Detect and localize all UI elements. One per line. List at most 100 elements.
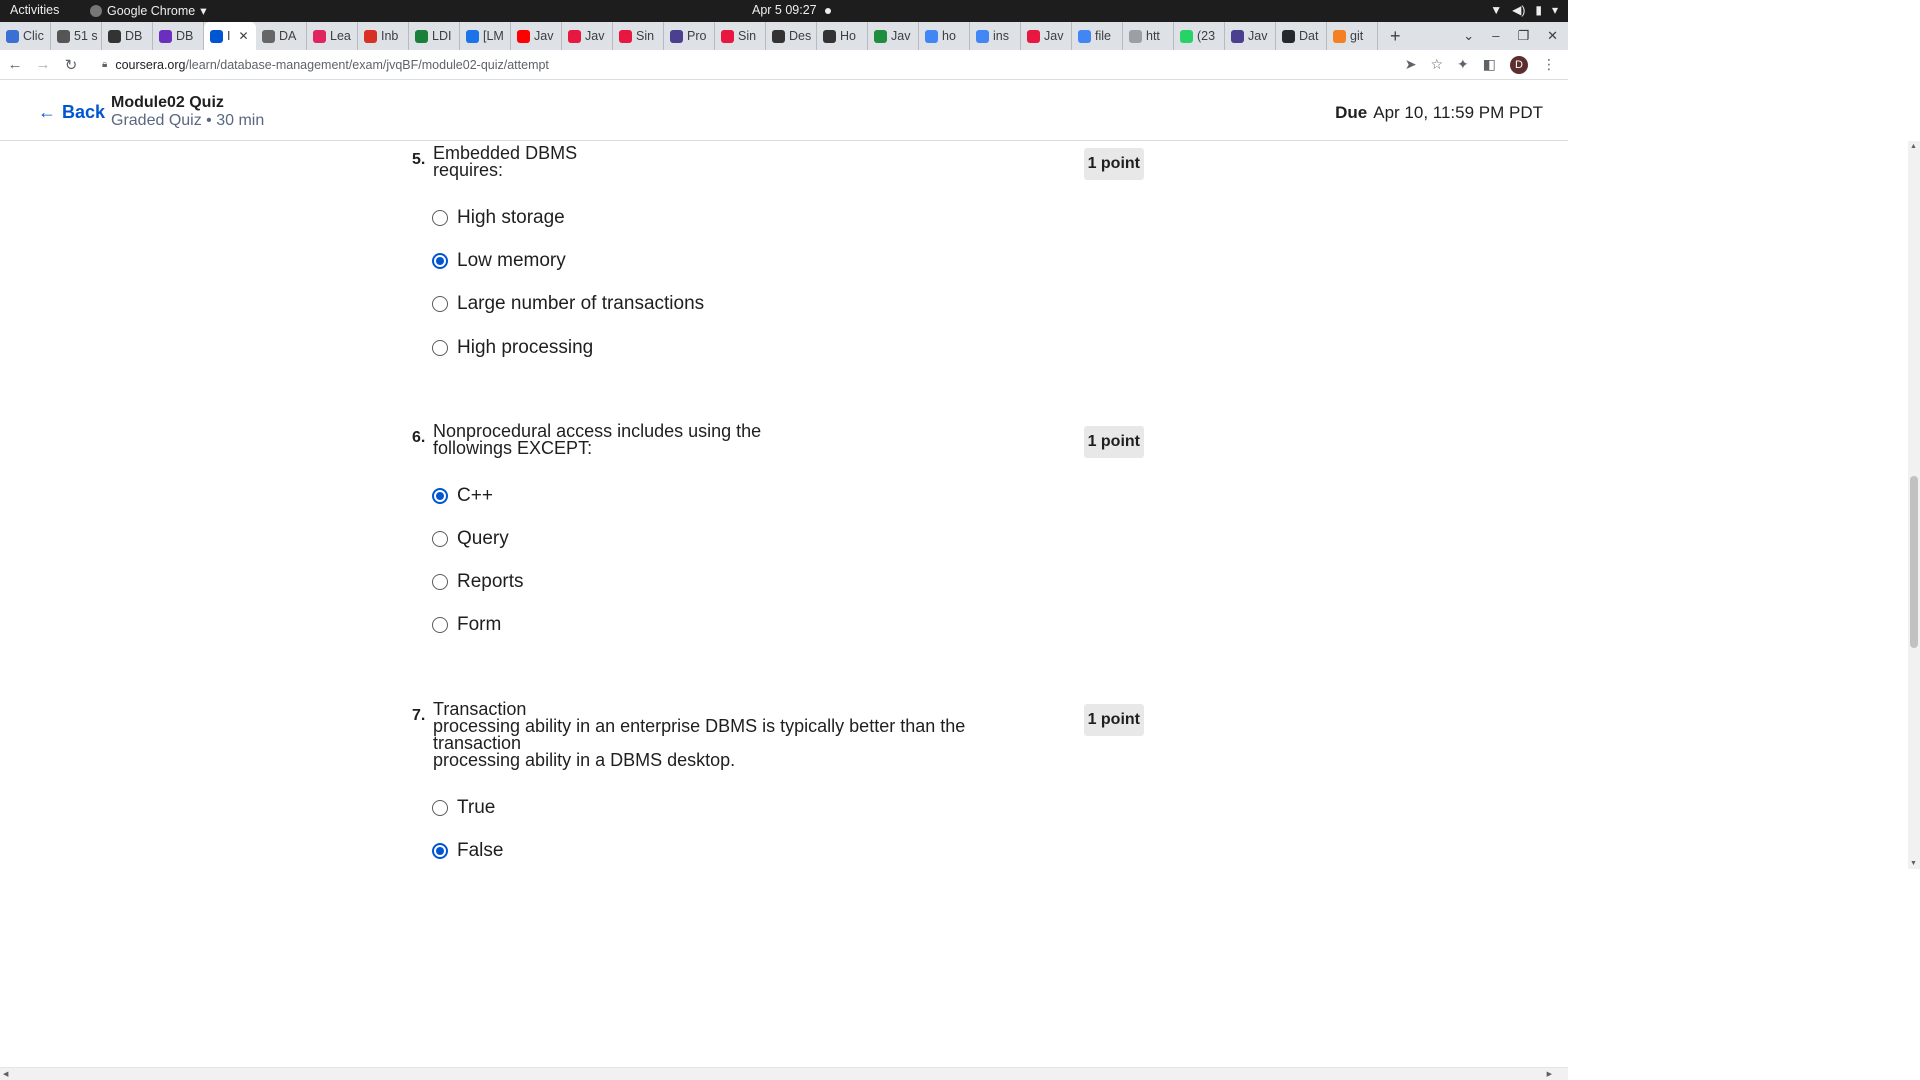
scroll-left-icon[interactable]: ◀ bbox=[3, 1070, 8, 1078]
radio-button[interactable] bbox=[432, 574, 448, 590]
question-number: 5. bbox=[412, 151, 426, 168]
browser-tab[interactable]: Sin bbox=[613, 22, 664, 50]
tab-favicon-icon bbox=[1078, 29, 1091, 43]
option[interactable]: High processing bbox=[432, 337, 593, 359]
bookmark-star-icon[interactable]: ☆ bbox=[1430, 56, 1443, 73]
app-name: Google Chrome bbox=[107, 3, 196, 18]
url-host: coursera.org bbox=[115, 57, 186, 72]
option-label: High storage bbox=[457, 207, 565, 228]
option-label: C++ bbox=[457, 485, 493, 506]
tab-favicon-icon bbox=[568, 29, 581, 43]
scroll-right-icon[interactable]: ▶ bbox=[1547, 1070, 1552, 1078]
tab-label: 51 s bbox=[74, 29, 98, 43]
question-text: Transaction processing ability in an ent… bbox=[433, 699, 966, 770]
browser-tab[interactable]: 51 s bbox=[51, 22, 102, 50]
option[interactable]: High storage bbox=[432, 207, 565, 229]
browser-tab[interactable]: Jav bbox=[511, 22, 562, 50]
browser-tab[interactable]: Jav bbox=[562, 22, 613, 50]
option[interactable]: Large number of transactions bbox=[432, 293, 704, 315]
minimize-icon[interactable]: – bbox=[1492, 28, 1499, 44]
scrollbar-thumb[interactable] bbox=[1910, 476, 1918, 648]
scroll-down-icon[interactable]: ▼ bbox=[1910, 860, 1917, 867]
browser-tab[interactable]: I ✕ bbox=[204, 22, 256, 50]
scroll-up-icon[interactable]: ▲ bbox=[1910, 143, 1917, 150]
radio-button[interactable] bbox=[432, 800, 448, 816]
app-menu[interactable]: Google Chrome ▾ bbox=[90, 3, 207, 18]
browser-tab[interactable]: Sin bbox=[715, 22, 766, 50]
tab-favicon-icon bbox=[159, 29, 172, 43]
browser-tab[interactable]: Pro bbox=[664, 22, 715, 50]
notification-dot-icon bbox=[824, 7, 831, 14]
browser-tab[interactable]: ins bbox=[970, 22, 1021, 50]
system-tray[interactable]: ▼ ◀) ▮ ▾ bbox=[1490, 3, 1558, 17]
close-window-icon[interactable]: ✕ bbox=[1547, 28, 1558, 44]
clock[interactable]: Apr 5 09:27 bbox=[752, 3, 831, 17]
back-button[interactable]: ← Back bbox=[38, 102, 105, 123]
radio-button[interactable] bbox=[432, 617, 448, 633]
option[interactable]: Form bbox=[432, 614, 501, 636]
browser-tab[interactable]: Inb bbox=[358, 22, 409, 50]
question-number: 7. bbox=[412, 707, 426, 724]
tab-favicon-icon bbox=[210, 29, 223, 43]
tab-search-icon[interactable]: ⌄ bbox=[1463, 28, 1474, 44]
reload-icon[interactable]: ↻ bbox=[58, 56, 84, 74]
browser-tab[interactable]: git bbox=[1327, 22, 1378, 50]
radio-button[interactable] bbox=[432, 488, 448, 504]
horizontal-scrollbar[interactable]: ◀ ▶ bbox=[0, 1067, 1568, 1080]
browser-tab[interactable]: ho bbox=[919, 22, 970, 50]
browser-tab[interactable]: Jav bbox=[868, 22, 919, 50]
browser-tab[interactable]: DB bbox=[153, 22, 204, 50]
option[interactable]: Query bbox=[432, 528, 509, 550]
tab-label: Jav bbox=[1248, 29, 1268, 43]
browser-tab[interactable]: file bbox=[1072, 22, 1123, 50]
forward-arrow-icon[interactable]: → bbox=[30, 56, 56, 73]
tab-favicon-icon bbox=[1129, 29, 1142, 43]
vertical-scrollbar[interactable]: ▲ ▼ bbox=[1908, 141, 1920, 869]
back-label: Back bbox=[62, 102, 106, 122]
radio-button[interactable] bbox=[432, 253, 448, 269]
radio-button[interactable] bbox=[432, 210, 448, 226]
browser-tab[interactable]: LDI bbox=[409, 22, 460, 50]
tab-favicon-icon bbox=[57, 29, 70, 43]
option-label: True bbox=[457, 797, 496, 818]
close-tab-icon[interactable]: ✕ bbox=[238, 29, 248, 43]
url-field[interactable]: 🔒︎ coursera.org/learn/database-managemen… bbox=[102, 58, 1405, 72]
chrome-menu-icon[interactable]: ⋮ bbox=[1542, 56, 1556, 73]
browser-tab[interactable]: [LM bbox=[460, 22, 511, 50]
browser-tab[interactable]: Dat bbox=[1276, 22, 1327, 50]
browser-tab[interactable]: (23 bbox=[1174, 22, 1225, 50]
radio-button[interactable] bbox=[432, 531, 448, 547]
side-panel-icon[interactable]: ◧ bbox=[1483, 56, 1496, 73]
tab-label: Inb bbox=[381, 29, 399, 43]
browser-tab[interactable]: Jav bbox=[1225, 22, 1276, 50]
new-tab-button[interactable]: + bbox=[1378, 26, 1413, 47]
window-controls: ⌄ – ❐ ✕ bbox=[1463, 28, 1568, 44]
extensions-icon[interactable]: ✦ bbox=[1457, 56, 1469, 73]
radio-button[interactable] bbox=[432, 296, 448, 312]
activities-button[interactable]: Activities bbox=[10, 3, 59, 17]
radio-button[interactable] bbox=[432, 340, 448, 356]
option[interactable]: False bbox=[432, 840, 503, 862]
profile-avatar[interactable]: D bbox=[1510, 55, 1528, 74]
tab-favicon-icon bbox=[925, 29, 938, 43]
browser-tab[interactable]: Des bbox=[766, 22, 817, 50]
browser-tab[interactable]: Lea bbox=[307, 22, 358, 50]
option[interactable]: C++ bbox=[432, 485, 493, 507]
back-arrow-icon[interactable]: ← bbox=[2, 56, 28, 73]
browser-tab[interactable]: Jav bbox=[1021, 22, 1072, 50]
restore-icon[interactable]: ❐ bbox=[1517, 28, 1529, 44]
option[interactable]: Low memory bbox=[432, 250, 566, 272]
browser-tab[interactable]: DB bbox=[102, 22, 153, 50]
address-bar-row: ← → ↻ 🔒︎ coursera.org/learn/database-man… bbox=[0, 50, 1568, 80]
tab-favicon-icon bbox=[313, 29, 326, 43]
option[interactable]: Reports bbox=[432, 571, 524, 593]
browser-tab[interactable]: Ho bbox=[817, 22, 868, 50]
option[interactable]: True bbox=[432, 797, 495, 819]
browser-tab[interactable]: htt bbox=[1123, 22, 1174, 50]
radio-button[interactable] bbox=[432, 843, 448, 859]
option-label: Query bbox=[457, 528, 509, 549]
browser-tab[interactable]: Clic bbox=[0, 22, 51, 50]
option-label: False bbox=[457, 840, 504, 861]
send-icon[interactable]: ➤ bbox=[1405, 56, 1417, 73]
browser-tab[interactable]: DA bbox=[256, 22, 307, 50]
